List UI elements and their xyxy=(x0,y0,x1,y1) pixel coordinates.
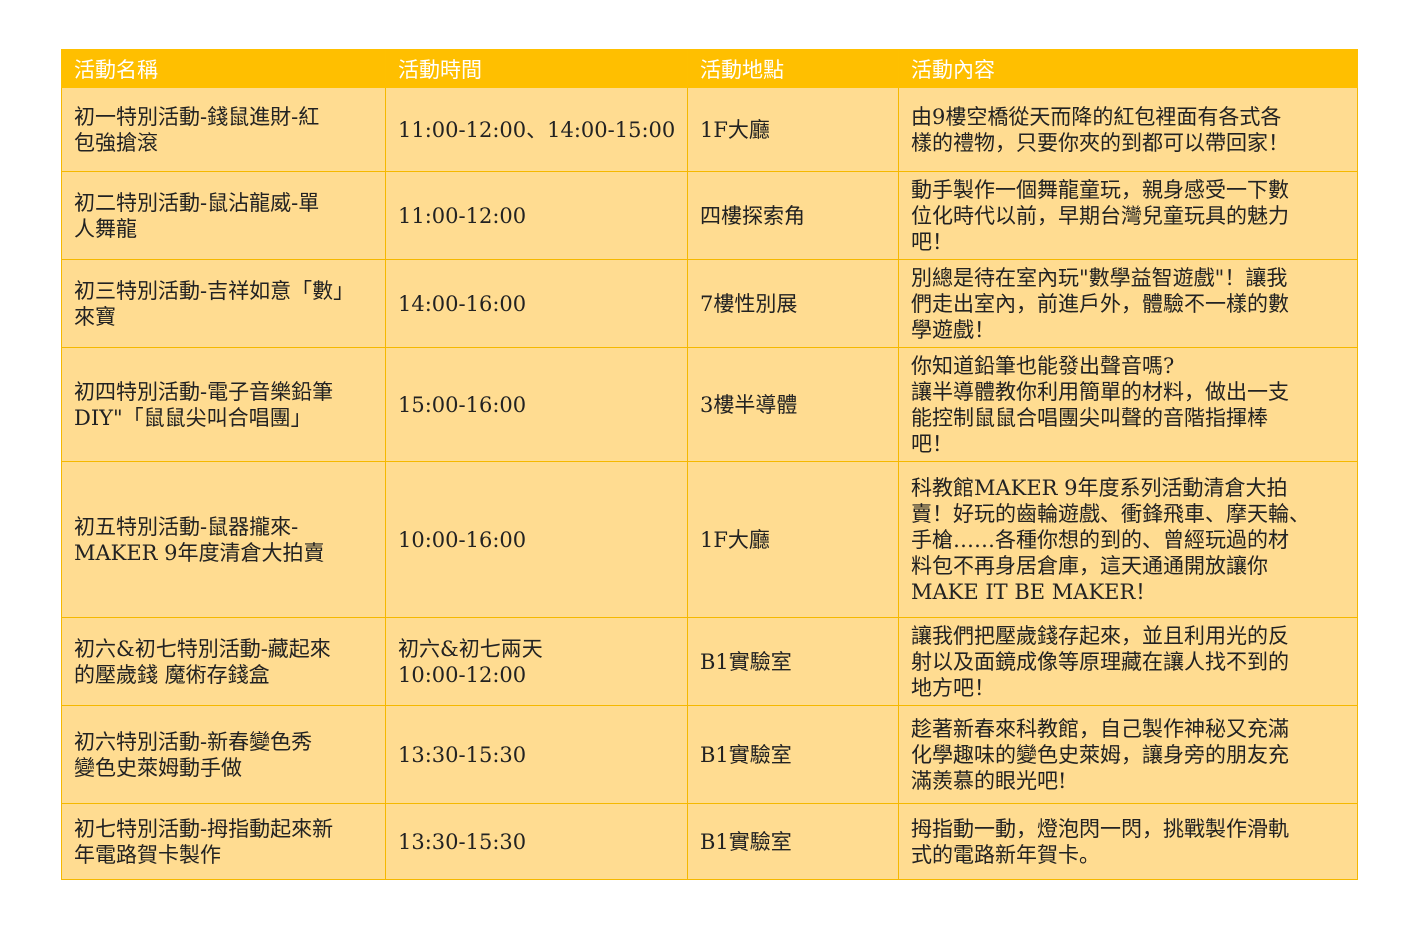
activity-name-cell: 初四特別活動-電子音樂鉛筆 DIY"「鼠鼠尖叫合唱團」 xyxy=(61,347,386,462)
activity-content-cell: 拇指動一動，燈泡閃一閃，挑戰製作滑軌 式的電路新年賀卡。 xyxy=(898,803,1358,880)
activity-content-cell: 讓我們把壓歲錢存起來，並且利用光的反 射以及面鏡成像等原理藏在讓人找不到的 地方… xyxy=(898,617,1358,706)
table-body: 初一特別活動-錢鼠進財-紅 包強搶滾 11:00-12:00、14:00-15:… xyxy=(61,87,1358,880)
activity-name-cell: 初五特別活動-鼠器攏來- MAKER 9年度清倉大拍賣 xyxy=(61,461,386,618)
activity-location-cell: B1實驗室 xyxy=(687,803,899,880)
activity-location-cell: B1實驗室 xyxy=(687,705,899,804)
activity-time-cell: 15:00-16:00 xyxy=(385,347,688,462)
activity-location-cell: 1F大廳 xyxy=(687,461,899,618)
activity-content-cell: 你知道鉛筆也能發出聲音嗎? 讓半導體教你利用簡單的材料，做出一支 能控制鼠鼠合唱… xyxy=(898,347,1358,462)
table-row: 初六特別活動-新春變色秀 變色史萊姆動手做 13:30-15:30 B1實驗室 … xyxy=(61,705,1358,804)
activity-location-cell: 7樓性別展 xyxy=(687,259,899,348)
table-row: 初四特別活動-電子音樂鉛筆 DIY"「鼠鼠尖叫合唱團」 15:00-16:00 … xyxy=(61,347,1358,462)
activity-name-cell: 初一特別活動-錢鼠進財-紅 包強搶滾 xyxy=(61,87,386,172)
activity-location-cell: 3樓半導體 xyxy=(687,347,899,462)
activity-time-cell: 11:00-12:00 xyxy=(385,171,688,260)
activity-name-cell: 初六特別活動-新春變色秀 變色史萊姆動手做 xyxy=(61,705,386,804)
activity-name-cell: 初六&初七特別活動-藏起來 的壓歲錢 魔術存錢盒 xyxy=(61,617,386,706)
activity-schedule-table: 活動名稱 活動時間 活動地點 活動內容 初一特別活動-錢鼠進財-紅 包強搶滾 1… xyxy=(61,49,1358,880)
activity-time-cell: 13:30-15:30 xyxy=(385,803,688,880)
table-row: 初二特別活動-鼠沾龍威-單 人舞龍 11:00-12:00 四樓探索角 動手製作… xyxy=(61,171,1358,260)
activity-time-cell: 10:00-16:00 xyxy=(385,461,688,618)
activity-location-cell: 四樓探索角 xyxy=(687,171,899,260)
activity-content-cell: 由9樓空橋從天而降的紅包裡面有各式各 樣的禮物，只要你夾的到都可以帶回家！ xyxy=(898,87,1358,172)
activity-time-cell: 初六&初七兩天 10:00-12:00 xyxy=(385,617,688,706)
header-activity-location: 活動地點 xyxy=(687,49,899,88)
activity-name-cell: 初三特別活動-吉祥如意「數」 來寶 xyxy=(61,259,386,348)
header-activity-content: 活動內容 xyxy=(898,49,1358,88)
activity-location-cell: B1實驗室 xyxy=(687,617,899,706)
activity-location-cell: 1F大廳 xyxy=(687,87,899,172)
activity-time-cell: 13:30-15:30 xyxy=(385,705,688,804)
header-activity-name: 活動名稱 xyxy=(61,49,386,88)
table-row: 初七特別活動-拇指動起來新 年電路賀卡製作 13:30-15:30 B1實驗室 … xyxy=(61,803,1358,880)
table-row: 初五特別活動-鼠器攏來- MAKER 9年度清倉大拍賣 10:00-16:00 … xyxy=(61,461,1358,618)
table-row: 初三特別活動-吉祥如意「數」 來寶 14:00-16:00 7樓性別展 別總是待… xyxy=(61,259,1358,348)
table-row: 初六&初七特別活動-藏起來 的壓歲錢 魔術存錢盒 初六&初七兩天 10:00-1… xyxy=(61,617,1358,706)
activity-name-cell: 初二特別活動-鼠沾龍威-單 人舞龍 xyxy=(61,171,386,260)
activity-time-cell: 14:00-16:00 xyxy=(385,259,688,348)
activity-content-cell: 動手製作一個舞龍童玩，親身感受一下數 位化時代以前，早期台灣兒童玩具的魅力 吧！ xyxy=(898,171,1358,260)
activity-name-cell: 初七特別活動-拇指動起來新 年電路賀卡製作 xyxy=(61,803,386,880)
activity-time-cell: 11:00-12:00、14:00-15:00 xyxy=(385,87,688,172)
activity-content-cell: 別總是待在室內玩"數學益智遊戲"！讓我 們走出室內，前進戶外，體驗不一樣的數 學… xyxy=(898,259,1358,348)
activity-content-cell: 科教館MAKER 9年度系列活動清倉大拍 賣！好玩的齒輪遊戲、衝鋒飛車、摩天輪、… xyxy=(898,461,1358,618)
table-header: 活動名稱 活動時間 活動地點 活動內容 xyxy=(61,49,1358,88)
activity-content-cell: 趁著新春來科教館，自己製作神秘又充滿 化學趣味的變色史萊姆，讓身旁的朋友充 滿羨… xyxy=(898,705,1358,804)
header-activity-time: 活動時間 xyxy=(385,49,688,88)
header-row: 活動名稱 活動時間 活動地點 活動內容 xyxy=(61,49,1358,88)
table-row: 初一特別活動-錢鼠進財-紅 包強搶滾 11:00-12:00、14:00-15:… xyxy=(61,87,1358,172)
